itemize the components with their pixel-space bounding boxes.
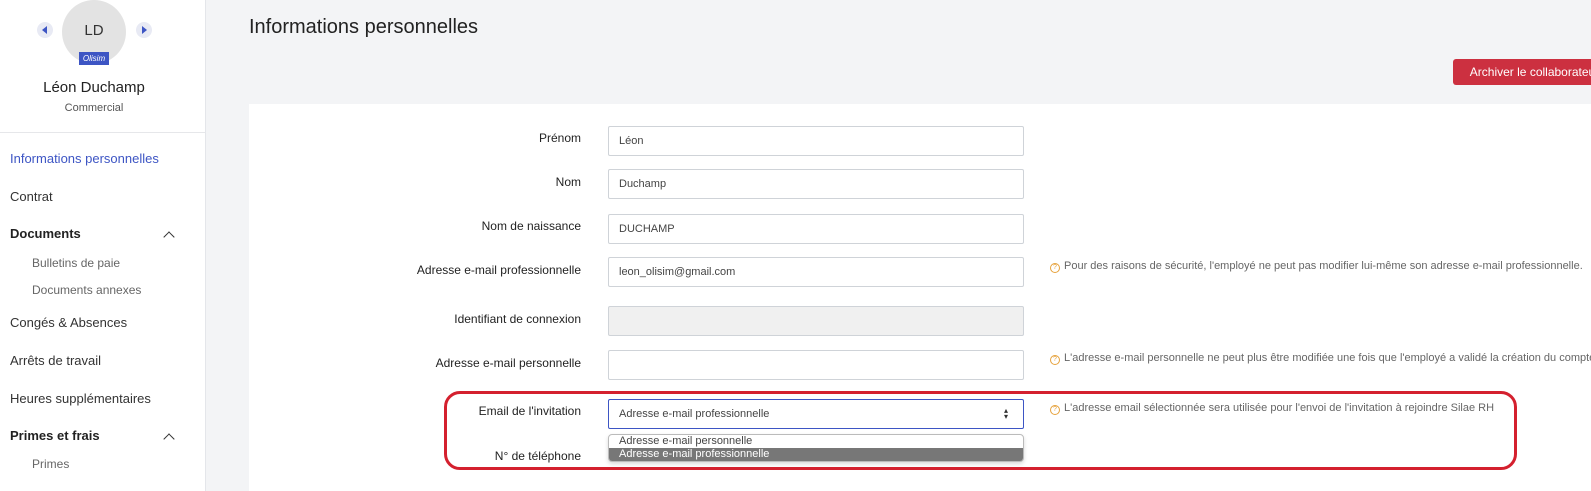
sidebar-item-primes[interactable]: Primes <box>32 457 69 471</box>
next-employee-arrow-icon[interactable] <box>136 22 152 38</box>
employee-name: Léon Duchamp <box>43 79 145 96</box>
dropdown-option-personal[interactable]: Adresse e-mail personnelle <box>609 435 1023 448</box>
select-caret-icon[interactable]: ▴ ▾ <box>1004 407 1012 421</box>
pro-email-help: ? Pour des raisons de sécurité, l'employé… <box>1050 258 1591 275</box>
birth-name-input[interactable] <box>608 214 1024 244</box>
personal-email-label: Adresse e-mail personnelle <box>435 356 581 370</box>
personal-email-input[interactable] <box>608 350 1024 380</box>
first-name-label: Prénom <box>538 131 581 145</box>
personal-email-help-text: L'adresse e-mail personnelle ne peut plu… <box>1064 352 1591 364</box>
pro-email-input[interactable] <box>608 257 1024 287</box>
personal-email-help: ? L'adresse e-mail personnelle ne peut pl… <box>1050 350 1591 367</box>
sidebar-item-informations-personnelles[interactable]: Informations personnelles <box>10 151 159 166</box>
last-name-label: Nom <box>555 175 581 189</box>
archive-employee-button[interactable]: Archiver le collaborateur <box>1453 59 1591 85</box>
invitation-email-select[interactable] <box>608 399 1024 429</box>
sidebar-item-bulletins-de-paie[interactable]: Bulletins de paie <box>32 256 120 270</box>
invitation-email-dropdown: Adresse e-mail personnelle Adresse e-mai… <box>608 434 1024 462</box>
chevron-up-icon[interactable] <box>163 433 175 445</box>
pro-email-help-text: Pour des raisons de sécurité, l'employé … <box>1064 260 1583 272</box>
invitation-email-help: ? L'adresse email sélectionnée sera utili… <box>1050 400 1591 417</box>
pro-email-label: Adresse e-mail professionnelle <box>416 263 581 277</box>
sidebar-item-documents[interactable]: Documents <box>10 226 81 241</box>
first-name-input[interactable] <box>608 126 1024 156</box>
invitation-email-help-text: L'adresse email sélectionnée sera utilis… <box>1064 402 1495 414</box>
sidebar-item-arrets-de-travail[interactable]: Arrêts de travail <box>10 353 101 368</box>
company-badge: Olisim <box>79 52 109 65</box>
dropdown-option-professional[interactable]: Adresse e-mail professionnelle <box>609 448 1023 461</box>
form-card <box>249 104 1591 491</box>
phone-label: N° de téléphone <box>494 449 581 463</box>
profile-header: LD Olisim Léon Duchamp Commercial <box>0 0 205 133</box>
sidebar-item-documents-annexes[interactable]: Documents annexes <box>32 283 141 297</box>
sidebar-item-conges-absences[interactable]: Congés & Absences <box>10 315 127 330</box>
employee-role: Commercial <box>64 102 124 114</box>
last-name-input[interactable] <box>608 169 1024 199</box>
login-id-label: Identifiant de connexion <box>454 312 581 326</box>
sidebar-item-heures-supplementaires[interactable]: Heures supplémentaires <box>10 391 151 406</box>
sidebar: LD Olisim Léon Duchamp Commercial Inform… <box>0 0 206 491</box>
birth-name-label: Nom de naissance <box>481 219 581 233</box>
chevron-up-icon[interactable] <box>163 231 175 243</box>
question-icon: ? <box>1050 263 1060 273</box>
question-icon: ? <box>1050 355 1060 365</box>
question-icon: ? <box>1050 405 1060 415</box>
login-id-input <box>608 306 1024 336</box>
previous-employee-arrow-icon[interactable] <box>37 22 53 38</box>
sidebar-item-contrat[interactable]: Contrat <box>10 189 53 204</box>
avatar: LD Olisim <box>62 0 126 65</box>
sidebar-item-primes-et-frais[interactable]: Primes et frais <box>10 428 100 443</box>
invitation-email-label: Email de l'invitation <box>478 404 581 418</box>
page-title: Informations personnelles <box>249 16 479 38</box>
avatar-initials: LD <box>84 22 104 39</box>
